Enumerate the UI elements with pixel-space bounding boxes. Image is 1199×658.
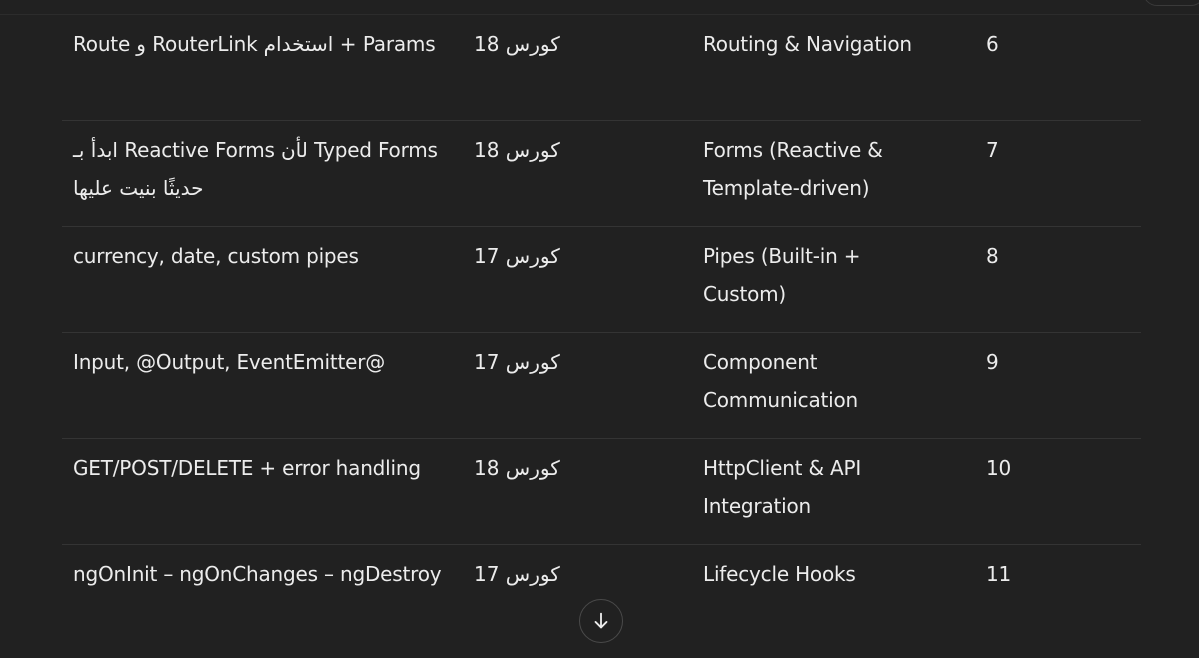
notes-cell: ابدأ بـ Reactive Forms لأن Typed Forms ح… xyxy=(73,138,438,200)
table-row: currency, date, custom pipes كورس 17 Pip… xyxy=(62,227,1141,333)
number-cell: 11 xyxy=(986,562,1012,586)
topic-cell: Pipes (Built-in + Custom) xyxy=(703,244,861,306)
notes-cell: Route و RouterLink استخدام + Params xyxy=(73,32,436,56)
input-box-edge xyxy=(1143,0,1199,6)
course-table: Route و RouterLink استخدام + Params كورس… xyxy=(62,15,1141,651)
course-cell: كورس 17 xyxy=(474,562,560,586)
number-cell: 8 xyxy=(986,244,999,268)
course-cell: كورس 18 xyxy=(474,138,560,162)
topic-cell: Lifecycle Hooks xyxy=(703,562,856,586)
notes-cell: GET/POST/DELETE + error handling xyxy=(73,456,421,480)
number-cell: 6 xyxy=(986,32,999,56)
topic-cell: Component Communication xyxy=(703,350,859,412)
notes-cell: currency, date, custom pipes xyxy=(73,244,359,268)
topic-cell: Forms (Reactive & Template-driven) xyxy=(703,138,883,200)
arrow-down-icon xyxy=(594,612,608,629)
chat-response-area: Route و RouterLink استخدام + Params كورس… xyxy=(0,0,1199,658)
table-row: Input, @Output, EventEmitter@ كورس 17 Co… xyxy=(62,333,1141,439)
scroll-to-bottom-button[interactable] xyxy=(579,599,623,643)
course-cell: كورس 17 xyxy=(474,350,560,374)
course-cell: كورس 18 xyxy=(474,456,560,480)
number-cell: 9 xyxy=(986,350,999,374)
number-cell: 10 xyxy=(986,456,1012,480)
number-cell: 7 xyxy=(986,138,999,162)
notes-cell: ngOnInit – ngOnChanges – ngDestroy xyxy=(73,562,442,586)
course-cell: كورس 18 xyxy=(474,32,560,56)
topic-cell: Routing & Navigation xyxy=(703,32,912,56)
notes-cell: Input, @Output, EventEmitter@ xyxy=(73,350,386,374)
table-row: ابدأ بـ Reactive Forms لأن Typed Forms ح… xyxy=(62,121,1141,227)
course-cell: كورس 17 xyxy=(474,244,560,268)
table-row: GET/POST/DELETE + error handling كورس 18… xyxy=(62,439,1141,545)
topic-cell: HttpClient & API Integration xyxy=(703,456,862,518)
table-row: Route و RouterLink استخدام + Params كورس… xyxy=(62,15,1141,121)
